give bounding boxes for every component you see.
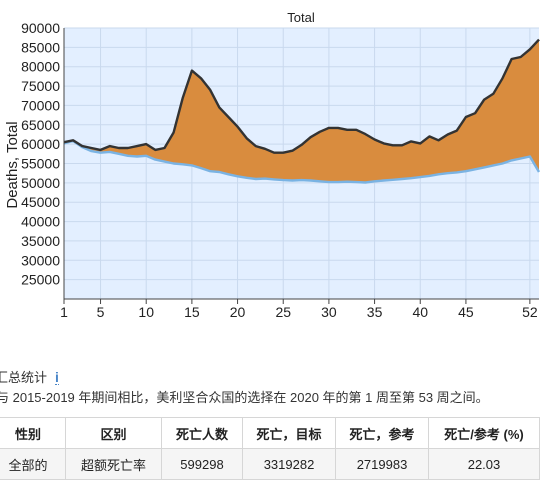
cell-type: 超额死亡率 bbox=[65, 448, 162, 480]
summary-title-row: 汇总统计 i bbox=[0, 367, 59, 386]
x-tick-label: 20 bbox=[230, 304, 246, 320]
y-tick-label: 90000 bbox=[21, 20, 60, 36]
cell-sex: 全部的 bbox=[0, 448, 66, 480]
info-icon[interactable]: i bbox=[55, 370, 59, 385]
x-tick-label: 10 bbox=[138, 304, 154, 320]
y-tick-label: 35000 bbox=[21, 233, 60, 249]
y-tick-label: 70000 bbox=[21, 97, 60, 113]
cell-deaths-target: 3319282 bbox=[242, 448, 336, 480]
y-tick-label: 45000 bbox=[21, 194, 60, 210]
cell-deaths-ratio: 22.03 bbox=[428, 448, 540, 480]
y-axis-label: Deaths, Total bbox=[4, 121, 21, 208]
header-deaths[interactable]: 死亡人数 bbox=[161, 417, 243, 449]
cell-deaths: 599298 bbox=[161, 448, 243, 480]
header-deaths-ratio[interactable]: 死亡/参考 (%) bbox=[428, 417, 540, 449]
y-tick-label: 65000 bbox=[21, 117, 60, 133]
deaths-chart: Total Deaths, Total 25000 30000 35000 40000… bbox=[4, 10, 541, 320]
y-tick-label: 30000 bbox=[21, 252, 60, 268]
x-tick-label: 45 bbox=[458, 304, 474, 320]
x-tick-label: 52 bbox=[522, 304, 538, 320]
y-tick-label: 80000 bbox=[21, 59, 60, 75]
x-tick-label: 5 bbox=[97, 304, 105, 320]
x-tick-label: 25 bbox=[275, 304, 291, 320]
summary-description: 与 2015-2019 年期间相比，美利坚合众国的选择在 2020 年的第 1 … bbox=[0, 390, 489, 405]
cell-deaths-reference: 2719983 bbox=[335, 448, 429, 480]
summary-title: 汇总统计 bbox=[0, 370, 48, 385]
y-tick-label: 25000 bbox=[21, 272, 60, 288]
summary-table: 性别 区别 死亡人数 死亡，目标 死亡，参考 死亡/参考 (%) 全部的 超额死… bbox=[0, 417, 540, 480]
header-deaths-reference[interactable]: 死亡，参考 bbox=[335, 417, 429, 449]
x-tick-label: 30 bbox=[321, 304, 337, 320]
chart-title: Total bbox=[287, 10, 315, 25]
header-deaths-target[interactable]: 死亡，目标 bbox=[242, 417, 336, 449]
header-type[interactable]: 区别 bbox=[65, 417, 162, 449]
x-tick-label: 35 bbox=[367, 304, 383, 320]
y-tick-label: 40000 bbox=[21, 214, 60, 230]
table-row: 全部的 超额死亡率 599298 3319282 2719983 22.03 bbox=[0, 448, 540, 480]
y-tick-label: 55000 bbox=[21, 156, 60, 172]
y-tick-label: 50000 bbox=[21, 175, 60, 191]
x-tick-label: 1 bbox=[60, 304, 68, 320]
x-tick-label: 40 bbox=[412, 304, 428, 320]
y-tick-label: 85000 bbox=[21, 39, 60, 55]
x-tick-label: 15 bbox=[184, 304, 200, 320]
y-tick-label: 75000 bbox=[21, 78, 60, 94]
y-tick-label: 60000 bbox=[21, 136, 60, 152]
header-sex[interactable]: 性别 bbox=[0, 417, 66, 449]
table-header-row: 性别 区别 死亡人数 死亡，目标 死亡，参考 死亡/参考 (%) bbox=[0, 417, 540, 449]
